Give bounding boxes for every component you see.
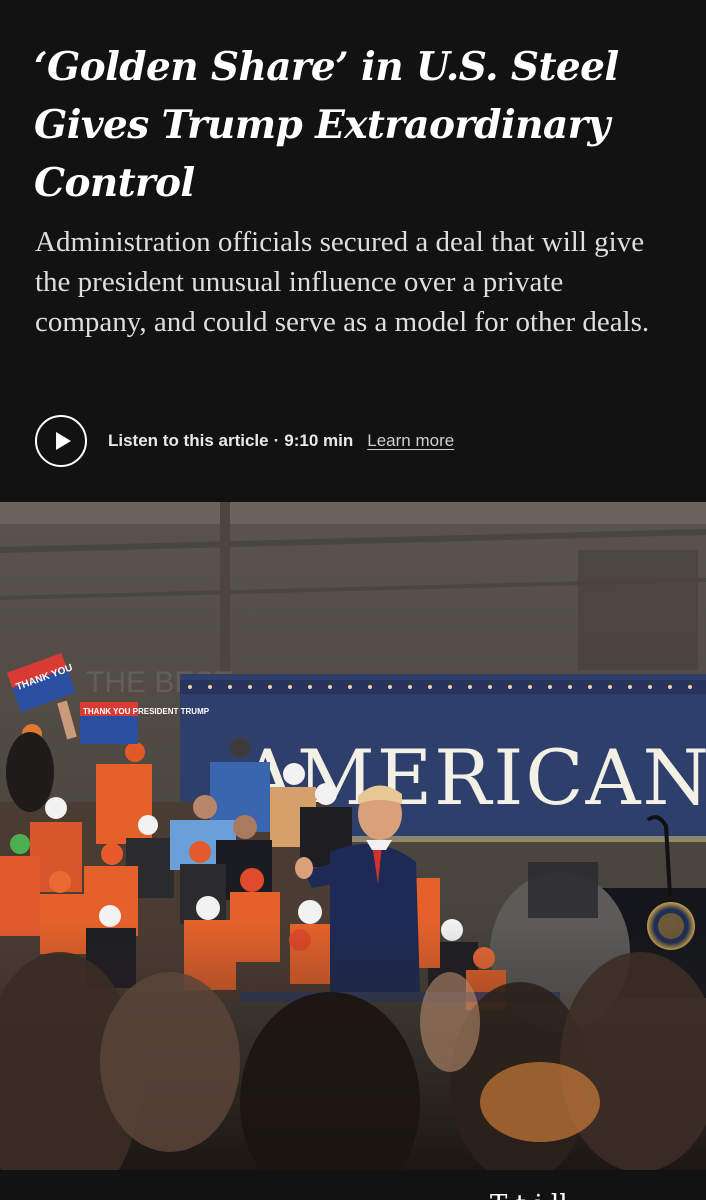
article-header: ‘Golden Share’ in U.S. Steel Gives Trump…	[0, 0, 706, 502]
learn-more-link[interactable]: Learn more	[367, 431, 454, 451]
rally-photo-illustration: THE BEST AMERICAN S	[0, 502, 706, 1170]
audio-duration: 9:10 min	[284, 431, 354, 450]
audio-player: Listen to this article · 9:10 min Learn mo…	[35, 412, 454, 470]
listen-text: Listen to this article	[108, 431, 269, 450]
listen-separator: ·	[273, 431, 280, 450]
article-photo: THE BEST AMERICAN S	[0, 502, 706, 1170]
article-headline: ‘Golden Share’ in U.S. Steel Gives Trump…	[34, 44, 619, 206]
listen-label[interactable]: Listen to this article · 9:10 min	[108, 431, 353, 451]
article-summary: Administration officials secured a deal …	[35, 226, 650, 338]
next-content-strip: T t i ll	[0, 1170, 706, 1200]
play-icon	[55, 432, 71, 450]
sign-right-text: THANK YOU PRESIDENT TRUMP	[83, 707, 210, 716]
play-button[interactable]	[35, 415, 87, 467]
next-content-text: T t i ll	[490, 1190, 568, 1200]
